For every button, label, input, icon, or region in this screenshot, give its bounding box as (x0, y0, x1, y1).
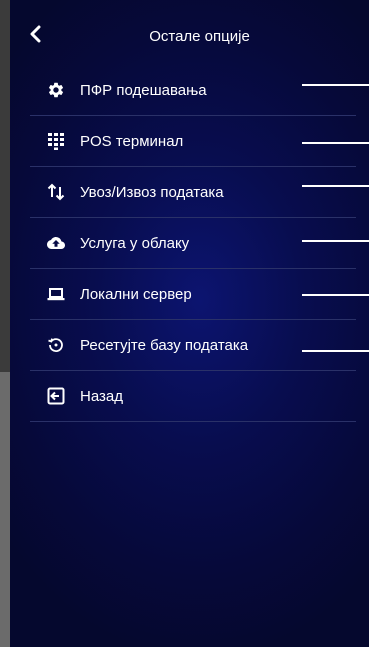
menu-item-label: Локални сервер (80, 285, 192, 303)
menu-item-label: ПФР подешавања (80, 81, 207, 99)
options-panel: Остале опције ПФР подешавања POS термина… (10, 0, 369, 647)
menu-item-back[interactable]: Назад (30, 371, 356, 422)
menu-item-import-export[interactable]: Увоз/Извоз података (30, 167, 356, 218)
connector-line (302, 185, 369, 187)
exit-icon (46, 386, 66, 406)
cloud-upload-icon (46, 233, 66, 253)
chevron-left-icon (29, 25, 43, 48)
left-edge-strip-bottom (0, 372, 10, 647)
menu-item-reset-database[interactable]: Ресетујте базу података (30, 320, 356, 371)
menu-item-label: Увоз/Извоз података (80, 183, 224, 201)
menu-item-pfr-settings[interactable]: ПФР подешавања (30, 65, 356, 116)
connector-line (302, 142, 369, 144)
connector-line (302, 294, 369, 296)
menu-item-label: Ресетујте базу података (80, 336, 249, 354)
menu-item-label: POS терминал (80, 132, 184, 150)
connector-line (302, 240, 369, 242)
options-menu: ПФР подешавања POS терминал Увоз/Извоз п… (30, 65, 356, 422)
menu-item-label: Услуга у облаку (80, 234, 190, 252)
page-title: Остале опције (149, 28, 250, 45)
reset-icon (46, 335, 66, 355)
menu-item-label: Назад (80, 387, 123, 405)
connector-line (302, 84, 369, 86)
menu-item-cloud-service[interactable]: Услуга у облаку (30, 218, 356, 269)
connector-line (302, 350, 369, 352)
keypad-icon (46, 131, 66, 151)
left-edge-strip-top (0, 0, 10, 372)
gear-icon (46, 80, 66, 100)
header: Остале опције (10, 0, 369, 74)
laptop-icon (46, 284, 66, 304)
import-export-icon (46, 182, 66, 202)
left-edge-strip (0, 0, 10, 647)
back-button[interactable] (24, 24, 48, 48)
